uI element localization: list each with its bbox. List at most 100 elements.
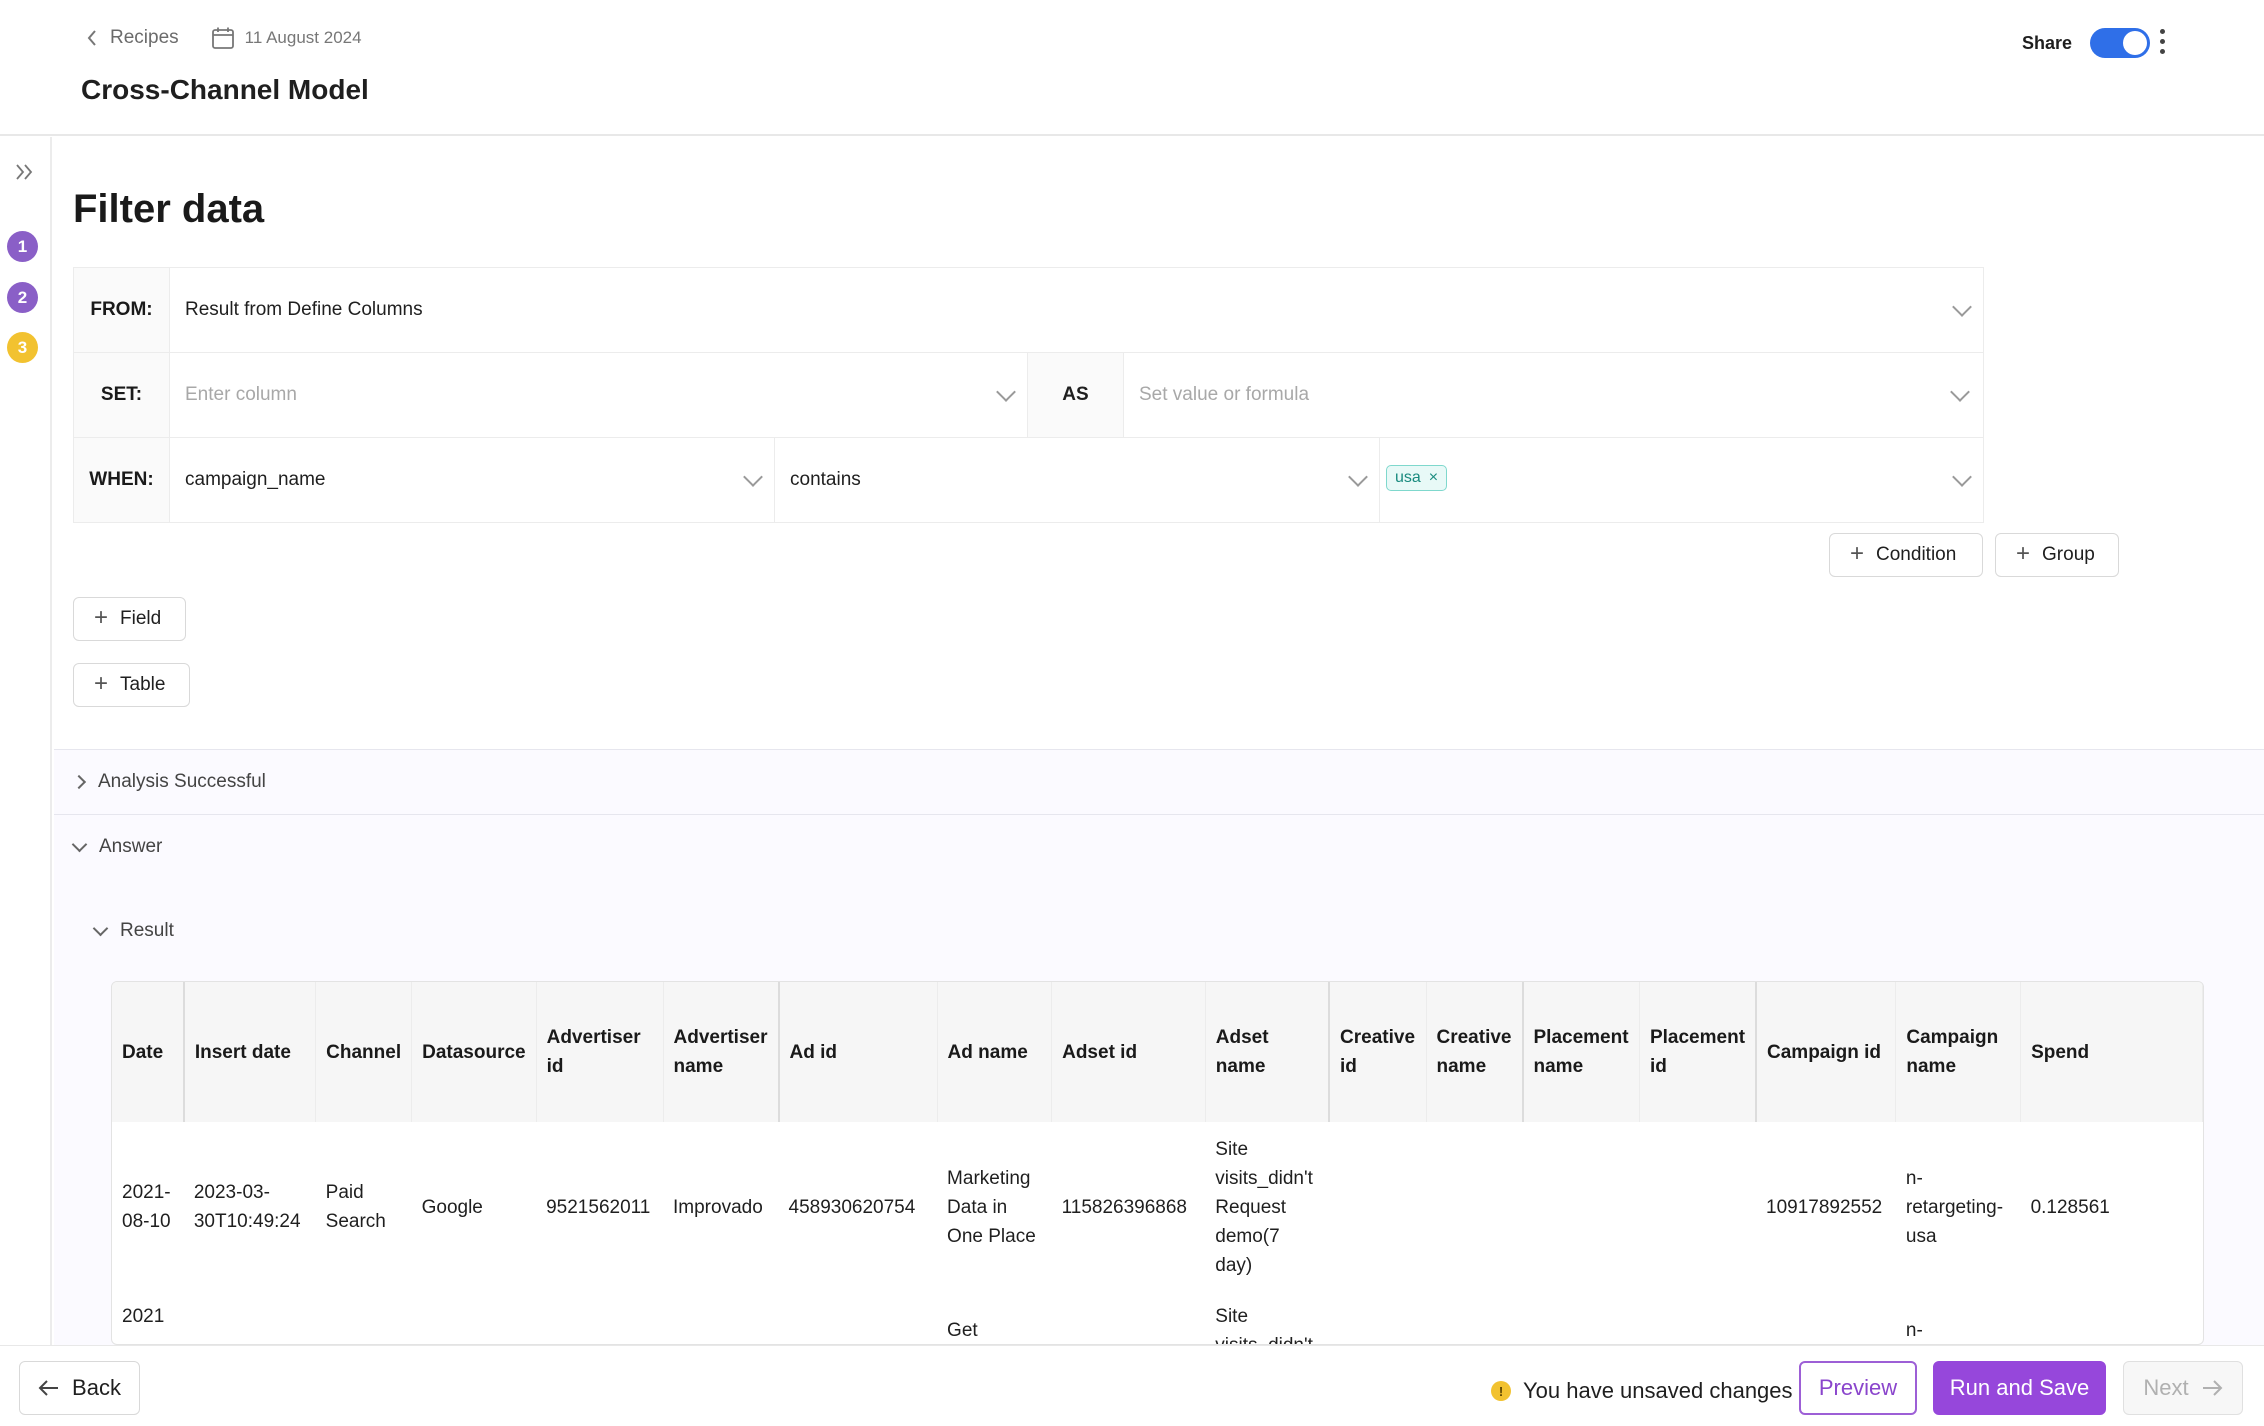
next-button[interactable]: Next (2123, 1361, 2243, 1415)
date-text: 11 August 2024 (244, 28, 362, 47)
col-header[interactable]: Creative name (1426, 982, 1524, 1122)
set-value-placeholder: Set value or formula (1139, 384, 1310, 405)
table-cell: 2021 (122, 1306, 165, 1327)
col-header[interactable]: Placement name (1522, 982, 1640, 1122)
table-cell (2021, 1292, 2203, 1344)
table-cell (1426, 1292, 1523, 1344)
share-label: Share (2021, 32, 2072, 53)
set-row: SET: Enter column AS Set value or formul… (73, 352, 1984, 438)
footer-bar: Back ! You have unsaved changes Preview … (0, 1345, 2264, 1426)
col-header[interactable]: Datasource (411, 982, 537, 1122)
table-row[interactable]: 2021 Get Site visits_didn't n- (112, 1292, 2203, 1344)
table-row[interactable]: 2021-08-10 2023-03-30T10:49:24 Paid Sear… (112, 1122, 2203, 1292)
col-header[interactable]: Placement id (1639, 982, 1758, 1122)
set-column-placeholder: Enter column (185, 384, 297, 405)
answer-label: Answer (99, 836, 163, 857)
chevron-down-icon (743, 467, 763, 487)
table-cell (1052, 1292, 1206, 1344)
expand-sidebar-icon[interactable] (12, 159, 38, 185)
col-header[interactable]: Date (112, 982, 185, 1122)
run-and-save-button[interactable]: Run and Save (1933, 1361, 2106, 1415)
toggle-knob (2123, 31, 2147, 55)
table-cell: Paid Search (325, 1182, 386, 1232)
table-cell: Site visits_didn't (1215, 1306, 1313, 1344)
col-header[interactable]: Adset name (1205, 982, 1331, 1122)
chevron-down-icon (1952, 467, 1972, 487)
table-cell (316, 1292, 412, 1344)
back-label: Recipes (110, 27, 179, 48)
add-group-button[interactable]: + Group (1995, 533, 2119, 577)
col-header[interactable]: Creative id (1329, 982, 1427, 1122)
chevron-down-icon (1950, 382, 1970, 402)
back-button[interactable]: Back (19, 1361, 140, 1415)
when-label: WHEN: (74, 438, 170, 522)
from-label: FROM: (74, 268, 170, 352)
share-toggle[interactable] (2090, 28, 2150, 58)
analysis-toggle[interactable]: Analysis Successful (71, 771, 266, 793)
when-operator-select[interactable]: contains (775, 438, 1380, 522)
set-value-select[interactable]: Set value or formula (1124, 353, 1981, 437)
condition-label: Condition (1876, 544, 1957, 565)
add-table-button[interactable]: + Table (73, 663, 190, 707)
filter-title: Filter data (73, 187, 265, 231)
table-cell: n- (1905, 1320, 1923, 1341)
unsaved-text: You have unsaved changes (1523, 1378, 1793, 1403)
set-column-select[interactable]: Enter column (170, 353, 1028, 437)
col-header[interactable]: Ad name (937, 982, 1053, 1122)
recipe-date: 11 August 2024 (211, 26, 362, 50)
from-select[interactable]: Result from Define Columns (170, 268, 1983, 352)
value-tag: usa × (1386, 465, 1448, 491)
when-row: WHEN: campaign_name contains usa × (73, 437, 1984, 523)
table-cell (536, 1292, 663, 1344)
step-3-badge[interactable]: 3 (7, 332, 38, 363)
col-header[interactable]: Spend (2020, 982, 2203, 1122)
chevron-down-icon (71, 836, 88, 852)
warning-icon: ! (1491, 1381, 1511, 1401)
back-label: Back (72, 1375, 121, 1400)
field-label: Field (120, 608, 162, 629)
next-label: Next (2143, 1375, 2189, 1400)
chevron-right-icon (71, 774, 87, 790)
result-table: Date Insert date Channel Datasource Adve… (112, 982, 2203, 1344)
col-header[interactable]: Channel (315, 982, 413, 1122)
answer-toggle[interactable]: Answer (71, 836, 163, 858)
tag-remove-icon[interactable]: × (1429, 469, 1438, 487)
col-header[interactable]: Advertiser name (663, 982, 780, 1122)
table-cell: Marketing Data in One Place (947, 1167, 1036, 1247)
when-value-select[interactable]: usa × (1380, 438, 1983, 522)
step-2-badge[interactable]: 2 (7, 282, 38, 313)
col-header[interactable]: Advertiser id (536, 982, 664, 1122)
col-header[interactable]: Insert date (183, 982, 317, 1122)
group-label: Group (2042, 544, 2095, 565)
step-1-badge[interactable]: 1 (7, 231, 38, 262)
add-field-button[interactable]: + Field (73, 597, 186, 641)
table-cell (1329, 1122, 1426, 1292)
plus-icon: + (2016, 539, 2031, 567)
when-column-select[interactable]: campaign_name (170, 438, 775, 522)
steps-rail: 1 2 3 (0, 137, 52, 1345)
plus-icon: + (94, 669, 109, 697)
add-condition-button[interactable]: + Condition (1829, 533, 1983, 577)
col-header[interactable]: Campaign id (1756, 982, 1897, 1122)
table-cell (663, 1292, 779, 1344)
table-cell (1426, 1122, 1523, 1292)
table-cell: Site visits_didn't Request demo(7 day) (1215, 1138, 1313, 1276)
chevron-down-icon (1348, 467, 1368, 487)
more-options-icon[interactable] (2152, 26, 2172, 56)
col-header[interactable]: Adset id (1051, 982, 1206, 1122)
as-label: AS (1028, 353, 1124, 437)
result-toggle[interactable]: Result (92, 920, 174, 942)
table-cell: n-retargeting-usa (1905, 1167, 2004, 1247)
result-table-container[interactable]: Date Insert date Channel Datasource Adve… (111, 981, 2204, 1345)
col-header[interactable]: Campaign name (1895, 982, 2022, 1122)
table-cell: 115826396868 (1061, 1196, 1188, 1218)
arrow-right-icon (2202, 1380, 2223, 1396)
table-cell: 2021-08-10 (122, 1182, 171, 1232)
col-header[interactable]: Ad id (778, 982, 938, 1122)
back-to-recipes-link[interactable]: Recipes (86, 27, 179, 49)
preview-button[interactable]: Preview (1799, 1361, 1917, 1415)
analysis-label: Analysis Successful (98, 771, 266, 792)
table-cell: 10917892552 (1766, 1196, 1883, 1218)
table-cell: Google (421, 1196, 483, 1218)
table-cell: 458930620754 (788, 1196, 916, 1218)
